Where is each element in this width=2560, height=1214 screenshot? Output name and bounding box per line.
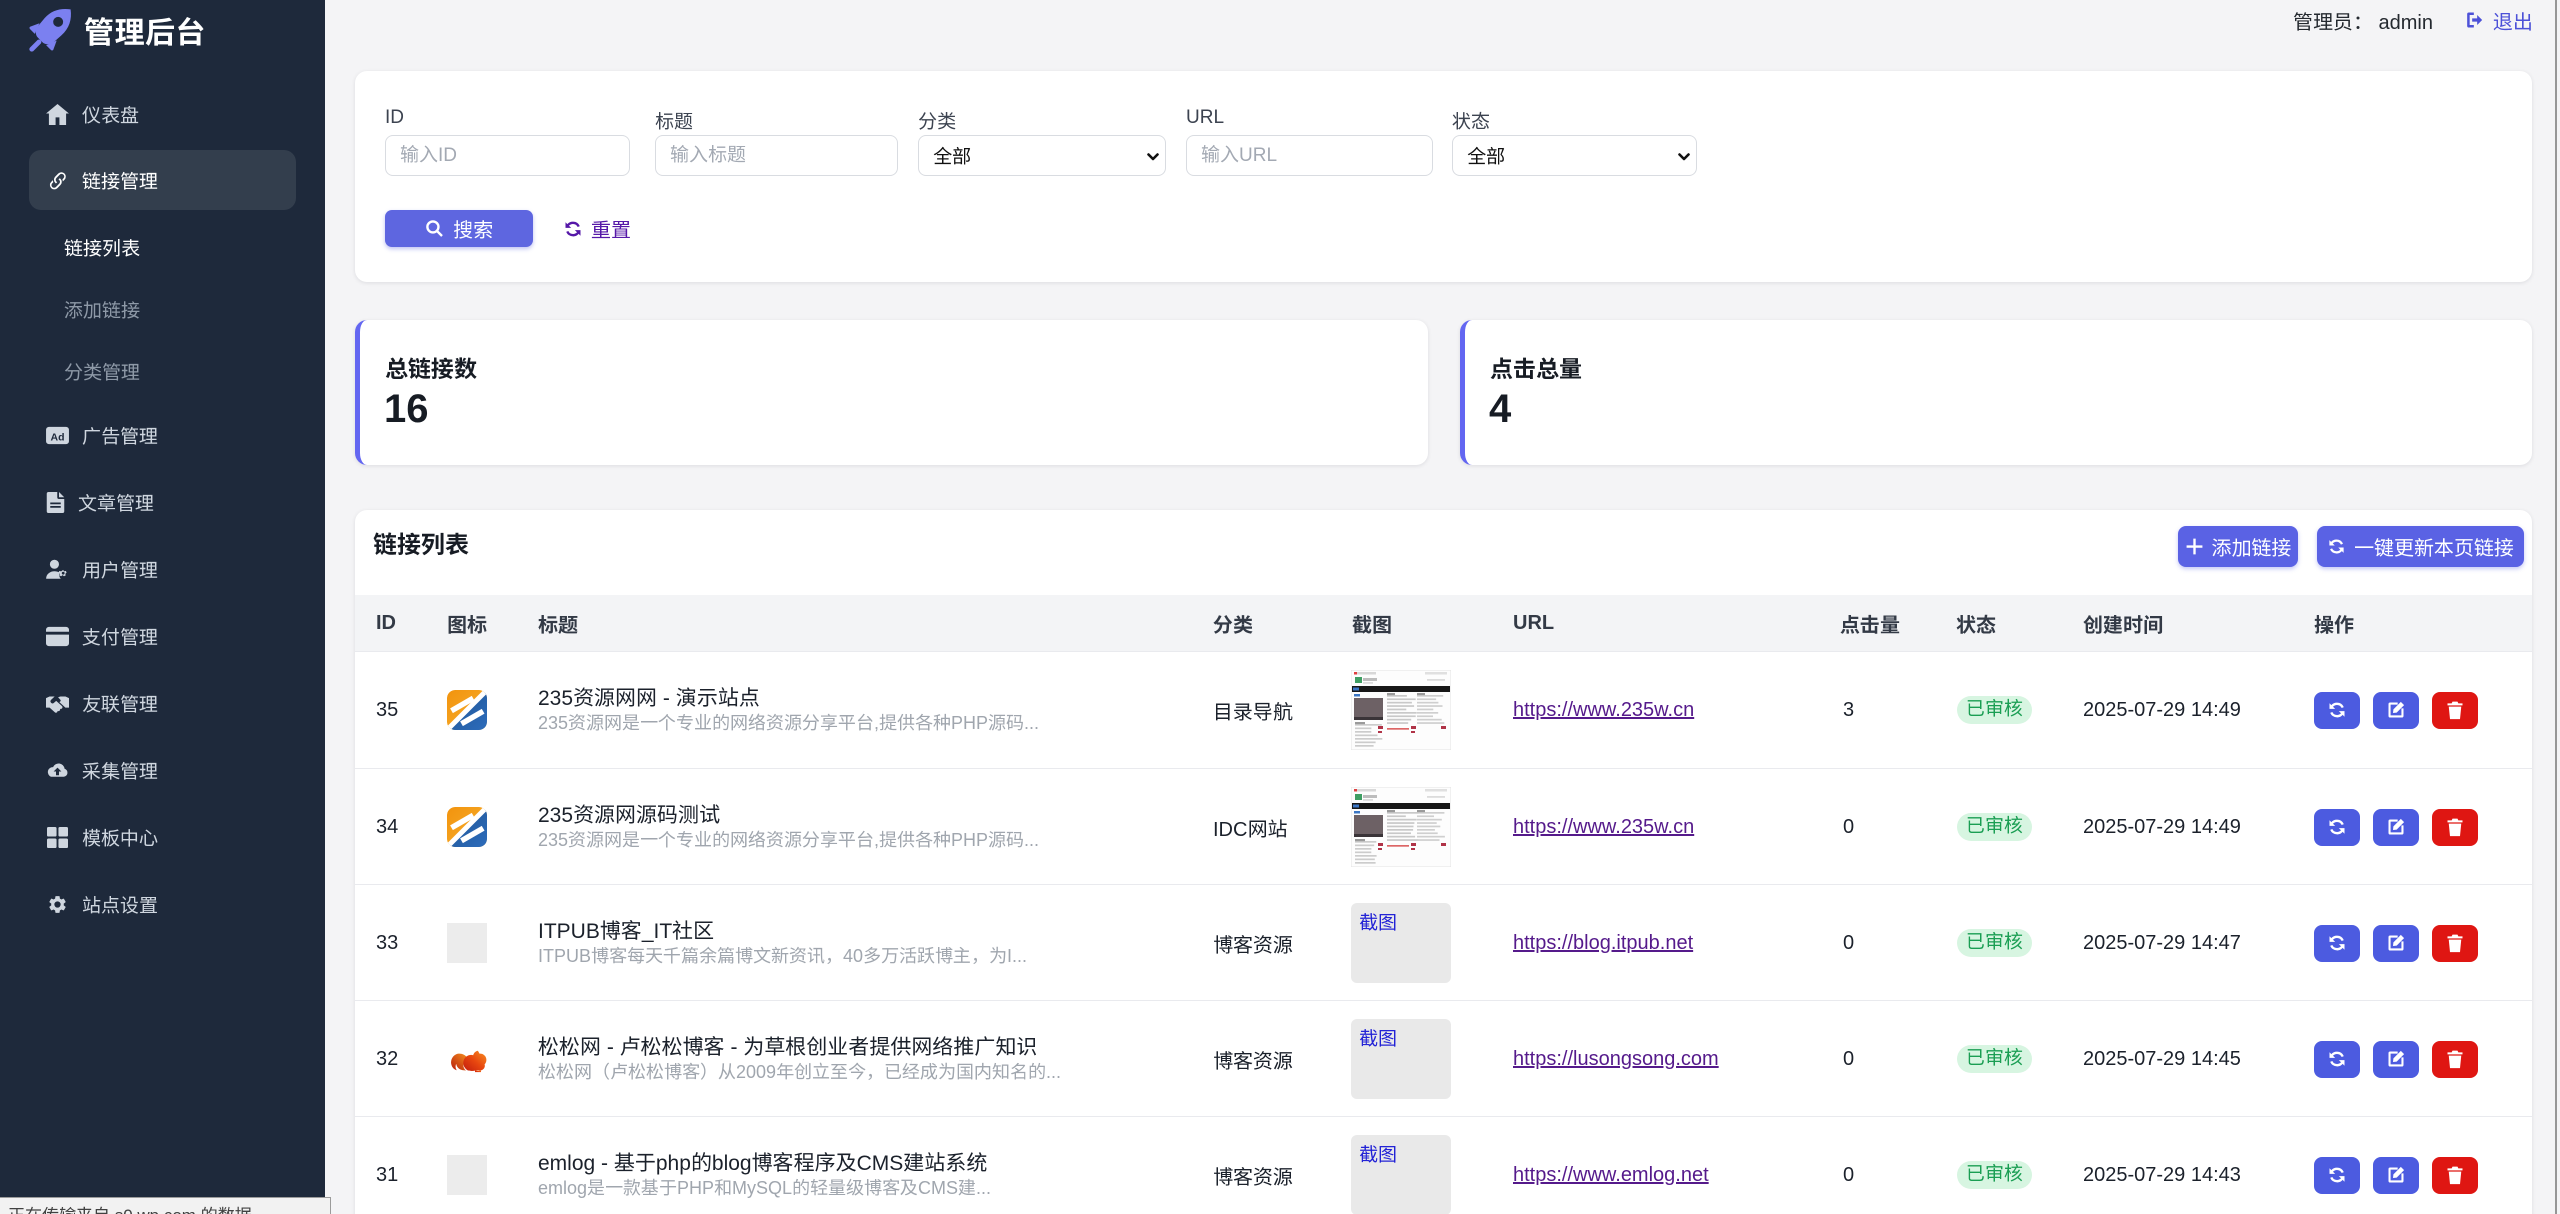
svg-text:Ad: Ad [51,431,65,443]
